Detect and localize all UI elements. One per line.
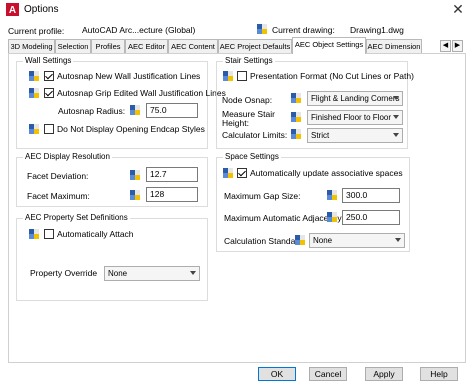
drawing-override-icon	[291, 129, 301, 139]
current-profile-label: Current profile:	[8, 26, 65, 36]
drawing-file-icon	[257, 24, 267, 34]
close-icon[interactable]: ✕	[448, 1, 468, 17]
drawing-override-icon	[327, 190, 337, 200]
presentation-format-checkbox[interactable]	[237, 71, 247, 81]
space-settings-title: Space Settings	[223, 151, 281, 163]
autosnap-new-label: Autosnap New Wall Justification Lines	[57, 71, 201, 81]
max-gap-input[interactable]: 300.0	[342, 188, 400, 203]
drawing-override-icon	[223, 71, 233, 81]
autosnap-grip-label: Autosnap Grip Edited Wall Justification …	[57, 88, 226, 98]
autosnap-radius-input[interactable]: 75.0	[146, 103, 198, 118]
ok-button[interactable]: OK	[258, 367, 296, 381]
auto-update-spaces-label: Automatically update associative spaces	[250, 168, 403, 178]
autosnap-radius-label: Autosnap Radius:	[58, 106, 126, 116]
help-button[interactable]: Help	[420, 367, 458, 381]
measure-height-value: Finished Floor to Floor	[311, 113, 392, 122]
tab-scroll-right-icon[interactable]: ▶	[452, 40, 463, 52]
tab-scroll-left-icon[interactable]: ◀	[440, 40, 451, 52]
facet-maximum-input[interactable]: 128	[146, 187, 198, 202]
no-endcap-checkbox[interactable]	[44, 124, 54, 134]
presentation-format-label: Presentation Format (No Cut Lines or Pat…	[250, 71, 414, 81]
property-override-value: None	[108, 269, 128, 278]
facet-deviation-label: Facet Deviation:	[27, 171, 89, 181]
facet-deviation-input[interactable]: 12.7	[146, 167, 198, 182]
auto-attach-checkbox[interactable]	[44, 229, 54, 239]
tab-selection[interactable]: Selection	[55, 39, 91, 53]
drawing-override-icon	[223, 168, 233, 178]
cancel-button[interactable]: Cancel	[309, 367, 347, 381]
node-osnap-dropdown[interactable]: Flight & Landing Corners	[307, 91, 403, 106]
calculator-limits-label: Calculator Limits:	[222, 130, 288, 140]
drawing-override-icon	[130, 190, 140, 200]
aec-display-resolution-title: AEC Display Resolution	[23, 151, 112, 163]
chevron-down-icon	[393, 133, 399, 137]
aec-property-set-title: AEC Property Set Definitions	[23, 212, 130, 224]
current-drawing-label: Current drawing:	[272, 25, 335, 35]
chevron-down-icon	[190, 271, 196, 275]
window-title: Options	[24, 4, 59, 15]
no-endcap-label: Do Not Display Opening Endcap Styles	[57, 124, 205, 134]
tab-aec-dimension[interactable]: AEC Dimension	[366, 39, 422, 53]
node-osnap-label: Node Osnap:	[222, 95, 273, 105]
drawing-override-icon	[327, 212, 337, 222]
drawing-override-icon	[29, 71, 39, 81]
chevron-down-icon	[393, 96, 399, 100]
drawing-override-icon	[29, 229, 39, 239]
calculator-limits-dropdown[interactable]: Strict	[307, 128, 403, 143]
tab-aec-project-defaults[interactable]: AEC Project Defaults	[218, 39, 292, 53]
drawing-override-icon	[130, 170, 140, 180]
drawing-override-icon	[295, 235, 305, 245]
current-profile-value: AutoCAD Arc...ecture (Global)	[82, 25, 196, 35]
autosnap-grip-checkbox[interactable]	[44, 88, 54, 98]
drawing-override-icon	[291, 112, 301, 122]
title-bar: A Options ✕	[0, 0, 474, 20]
tab-aec-content[interactable]: AEC Content	[168, 39, 218, 53]
chevron-down-icon	[393, 115, 399, 119]
tab-aec-object-settings[interactable]: AEC Object Settings	[292, 37, 366, 54]
property-override-dropdown[interactable]: None	[104, 266, 200, 281]
drawing-override-icon	[29, 88, 39, 98]
apply-button[interactable]: Apply	[365, 367, 403, 381]
drawing-override-icon	[130, 105, 140, 115]
tab-aec-editor[interactable]: AEC Editor	[125, 39, 168, 53]
autosnap-new-checkbox[interactable]	[44, 71, 54, 81]
auto-attach-label: Automatically Attach	[57, 229, 134, 239]
node-osnap-value: Flight & Landing Corners	[311, 94, 400, 103]
tab-profiles[interactable]: Profiles	[91, 39, 125, 53]
calc-standard-value: None	[313, 236, 333, 245]
max-adjacency-label: Maximum Automatic Adjacency	[224, 213, 342, 223]
max-gap-label: Maximum Gap Size:	[224, 191, 301, 201]
current-drawing-value: Drawing1.dwg	[350, 25, 404, 35]
measure-height-label-line2: Height:	[222, 118, 249, 128]
facet-maximum-label: Facet Maximum:	[27, 191, 90, 201]
autocad-app-icon: A	[6, 3, 19, 16]
max-adjacency-input[interactable]: 250.0	[342, 210, 400, 225]
calc-standard-dropdown[interactable]: None	[309, 233, 405, 248]
property-override-label: Property Override	[30, 268, 98, 278]
chevron-down-icon	[395, 238, 401, 242]
wall-settings-title: Wall Settings	[23, 55, 74, 67]
auto-update-spaces-checkbox[interactable]	[237, 168, 247, 178]
drawing-override-icon	[29, 124, 39, 134]
tab-3d-modeling[interactable]: 3D Modeling	[8, 39, 55, 53]
svg-text:A: A	[9, 5, 16, 16]
calculator-limits-value: Strict	[311, 131, 330, 140]
measure-height-dropdown[interactable]: Finished Floor to Floor	[307, 110, 403, 125]
stair-settings-title: Stair Settings	[223, 55, 275, 67]
drawing-override-icon	[291, 93, 301, 103]
